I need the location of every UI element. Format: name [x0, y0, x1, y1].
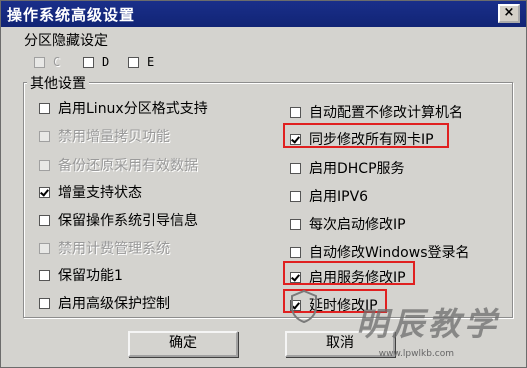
other-settings-label: 其他设置 — [27, 73, 89, 93]
drive-d-label: D — [102, 55, 110, 69]
incremental-support-option[interactable]: 增量支持状态 — [39, 182, 142, 202]
close-button[interactable]: × — [498, 4, 520, 23]
checkbox[interactable] — [39, 242, 50, 254]
option-label: 保留操作系统引导信息 — [58, 213, 198, 229]
option-label: 启用服务修改IP — [309, 270, 406, 286]
sync-all-nic-ip-option[interactable]: 同步修改所有网卡IP — [290, 129, 434, 149]
checkbox[interactable] — [39, 186, 50, 198]
option-label: 备份还原采用有效数据 — [58, 158, 198, 174]
disable-incremental-copy-option[interactable]: 禁用增量拷贝功能 — [39, 126, 170, 146]
checkbox[interactable] — [39, 102, 50, 114]
option-label: 保留功能1 — [58, 268, 123, 284]
linux-partition-option[interactable]: 启用Linux分区格式支持 — [39, 98, 208, 118]
backup-valid-data-option[interactable]: 备份还原采用有效数据 — [39, 155, 198, 175]
option-label: 增量支持状态 — [58, 185, 142, 201]
option-label: 自动修改Windows登录名 — [309, 245, 470, 261]
title-bar[interactable]: 操作系统高级设置 × — [1, 1, 526, 27]
advanced-protection-option[interactable]: 启用高级保护控制 — [39, 293, 170, 313]
keep-computer-name-option[interactable]: 自动配置不修改计算机名 — [290, 102, 463, 122]
checkbox[interactable] — [290, 190, 301, 202]
checkbox[interactable] — [290, 218, 301, 230]
checkbox[interactable] — [39, 269, 50, 281]
option-label: 启用Linux分区格式支持 — [58, 101, 208, 117]
ipv6-option[interactable]: 启用IPV6 — [290, 186, 368, 206]
window-title: 操作系统高级设置 — [7, 6, 136, 24]
drive-e-checkbox[interactable]: E — [128, 55, 154, 69]
checkbox[interactable] — [290, 162, 301, 174]
drive-c-label: C — [53, 55, 61, 69]
drive-c-checkbox[interactable]: C — [34, 55, 60, 69]
service-modify-ip-option[interactable]: 启用服务修改IP — [290, 267, 406, 287]
option-label: 启用DHCP服务 — [309, 161, 405, 177]
checkbox[interactable] — [290, 271, 301, 283]
checkbox[interactable] — [39, 214, 50, 226]
advanced-settings-dialog: 操作系统高级设置 × 分区隐藏设定 C D E 其他设置 启用Linux分区格式… — [0, 0, 527, 368]
watermark-shield-icon — [291, 289, 317, 323]
drive-d-checkbox[interactable]: D — [83, 55, 109, 69]
dhcp-service-option[interactable]: 启用DHCP服务 — [290, 158, 405, 178]
drive-e-label: E — [147, 55, 155, 69]
drive-c-box[interactable] — [34, 56, 45, 68]
checkbox[interactable] — [39, 297, 50, 309]
checkbox[interactable] — [290, 246, 301, 258]
option-label: 自动配置不修改计算机名 — [309, 105, 463, 121]
watermark-url: www.lpwlkb.com — [378, 349, 454, 359]
reserved-feature-option[interactable]: 保留功能1 — [39, 265, 123, 285]
keep-boot-info-option[interactable]: 保留操作系统引导信息 — [39, 210, 198, 230]
option-label: 每次启动修改IP — [309, 217, 406, 233]
modify-ip-each-boot-option[interactable]: 每次启动修改IP — [290, 214, 406, 234]
drive-e-box[interactable] — [128, 56, 139, 68]
checkbox[interactable] — [39, 130, 50, 142]
drive-d-box[interactable] — [83, 56, 94, 68]
checkbox[interactable] — [290, 106, 301, 118]
option-label: 禁用增量拷贝功能 — [58, 129, 170, 145]
auto-modify-windows-login-option[interactable]: 自动修改Windows登录名 — [290, 242, 470, 262]
partition-hide-label: 分区隐藏设定 — [21, 30, 111, 50]
option-label: 同步修改所有网卡IP — [309, 132, 434, 148]
disable-billing-option[interactable]: 禁用计费管理系统 — [39, 238, 170, 258]
option-label: 禁用计费管理系统 — [58, 241, 170, 257]
checkbox[interactable] — [39, 159, 50, 171]
ok-button[interactable]: 确定 — [128, 331, 238, 357]
option-label: 启用高级保护控制 — [58, 296, 170, 312]
checkbox[interactable] — [290, 133, 301, 145]
watermark-text: 明辰教学 — [355, 305, 500, 343]
option-label: 启用IPV6 — [309, 189, 369, 205]
